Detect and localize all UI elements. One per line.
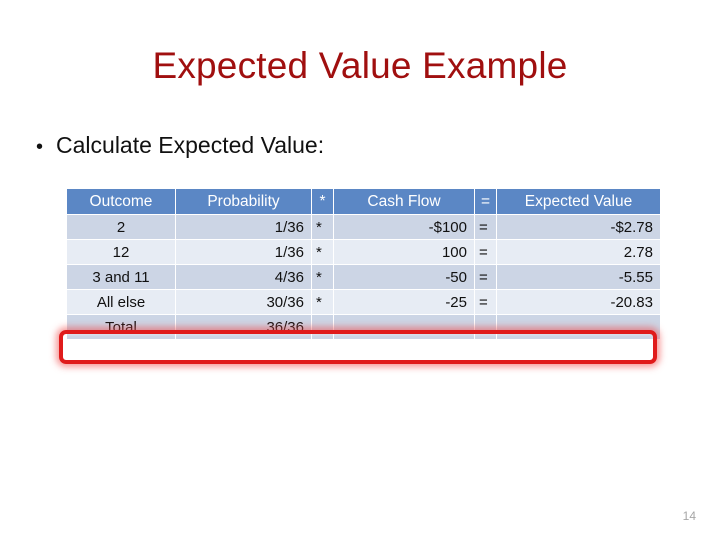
bullet-item: • Calculate Expected Value:: [36, 130, 324, 160]
cell-multiply: *: [312, 240, 333, 264]
slide-page-number: 14: [682, 509, 696, 523]
column-header-expected-value: Expected Value: [497, 189, 660, 214]
expected-value-table: Outcome Probability * Cash Flow = Expect…: [66, 188, 661, 340]
cell-cash-flow: -$100: [334, 215, 474, 239]
cell-outcome: 12: [67, 240, 175, 264]
column-header-probability: Probability: [176, 189, 311, 214]
cell-probability: 4/36: [176, 265, 311, 289]
column-header-cash-flow: Cash Flow: [334, 189, 474, 214]
column-header-multiply: *: [312, 189, 333, 214]
cell-cash-flow: -50: [334, 265, 474, 289]
table-row-highlighted: All else 30/36 * -25 = -20.83: [67, 290, 660, 314]
table-row-total: Total 36/36: [67, 315, 660, 339]
table-row: 3 and 11 4/36 * -50 = -5.55: [67, 265, 660, 289]
cell-multiply: *: [312, 290, 333, 314]
column-header-equals: =: [475, 189, 496, 214]
cell-outcome: 3 and 11: [67, 265, 175, 289]
cell-equals: =: [475, 240, 496, 264]
table-row: 12 1/36 * 100 = 2.78: [67, 240, 660, 264]
cell-probability: 36/36: [176, 315, 311, 339]
cell-probability: 1/36: [176, 215, 311, 239]
cell-multiply: [312, 315, 333, 339]
table-row: 2 1/36 * -$100 = -$2.78: [67, 215, 660, 239]
cell-outcome: Total: [67, 315, 175, 339]
cell-expected-value: -5.55: [497, 265, 660, 289]
table-header-row: Outcome Probability * Cash Flow = Expect…: [67, 189, 660, 214]
cell-equals: =: [475, 290, 496, 314]
bullet-marker-icon: •: [36, 136, 44, 158]
cell-multiply: *: [312, 215, 333, 239]
slide-canvas: Expected Value Example • Calculate Expec…: [0, 0, 720, 540]
page-title: Expected Value Example: [152, 45, 568, 86]
cell-expected-value: -$2.78: [497, 215, 660, 239]
cell-cash-flow: 100: [334, 240, 474, 264]
cell-equals: =: [475, 265, 496, 289]
cell-expected-value: [497, 315, 660, 339]
cell-cash-flow: -25: [334, 290, 474, 314]
bullet-item-label: Calculate Expected Value:: [56, 132, 325, 158]
cell-expected-value: -20.83: [497, 290, 660, 314]
cell-probability: 1/36: [176, 240, 311, 264]
cell-cash-flow: [334, 315, 474, 339]
column-header-outcome: Outcome: [67, 189, 175, 214]
cell-multiply: *: [312, 265, 333, 289]
cell-outcome: All else: [67, 290, 175, 314]
cell-equals: =: [475, 215, 496, 239]
cell-outcome: 2: [67, 215, 175, 239]
cell-equals: [475, 315, 496, 339]
cell-probability: 30/36: [176, 290, 311, 314]
cell-expected-value: 2.78: [497, 240, 660, 264]
